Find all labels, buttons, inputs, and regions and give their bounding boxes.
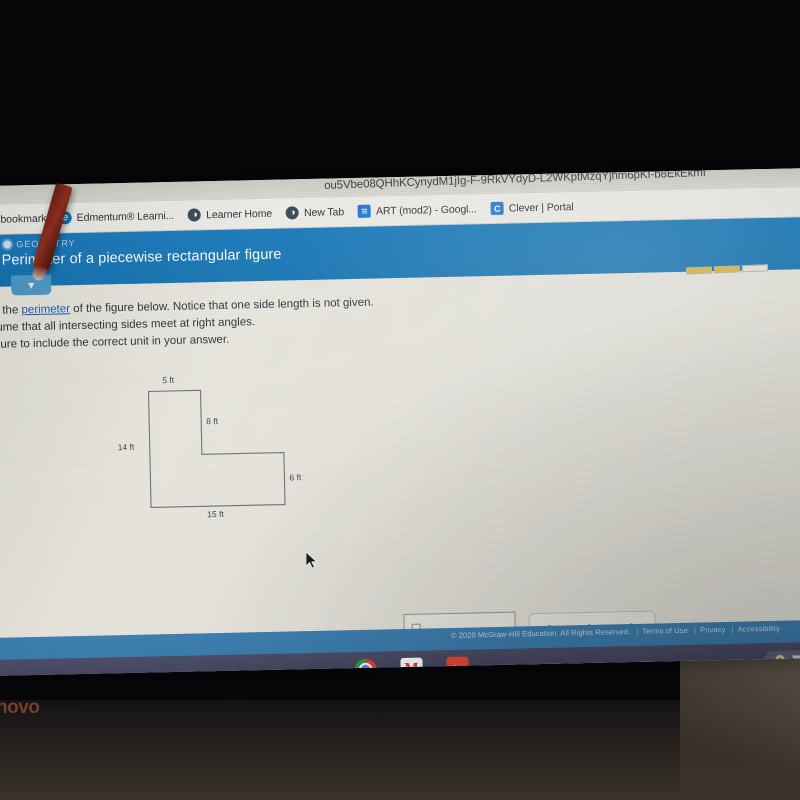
- footer-link-accessibility[interactable]: Accessibility: [738, 624, 780, 634]
- figure-svg: [147, 389, 286, 509]
- bookmark-label: Edmentum® Learni...: [76, 209, 175, 224]
- footer-separator: |: [731, 624, 734, 634]
- bookmark-clever-portal[interactable]: C Clever | Portal: [484, 196, 581, 220]
- geometry-figure: 5 ft 8 ft 14 ft 6 ft 15 ft: [118, 373, 343, 538]
- laptop-screen: ou5Vbe08QHhKCynydM1jIg-F-9RkVYdyD-L2WKpt…: [0, 167, 800, 676]
- copyright-text: © 2020 McGraw-Hill Education. All Rights…: [451, 624, 780, 640]
- dimension-label-left: 14 ft: [117, 441, 135, 453]
- mouse-cursor: [305, 551, 318, 575]
- bookmark-edmentum[interactable]: e Edmentum® Learni...: [51, 204, 181, 229]
- instruction-line2: Assume that all intersecting sides meet …: [0, 316, 256, 335]
- instruction-line3: Be sure to include the correct unit in y…: [0, 333, 230, 352]
- bookmark-art-mod2[interactable]: ≡ ART (mod2) - Googl...: [351, 198, 484, 223]
- dimension-label-bottom: 15 ft: [207, 508, 224, 520]
- chrome-icon[interactable]: [354, 658, 377, 676]
- bookmark-learner-home[interactable]: ◑ Learner Home: [181, 202, 279, 226]
- address-bar-url: ou5Vbe08QHhKCynydM1jIg-F-9RkVYdyD-L2WKpt…: [323, 167, 707, 192]
- bookmark-label: Learner Home: [206, 207, 273, 221]
- bookmark-label: ART (mod2) - Googl...: [375, 202, 477, 217]
- instruction-text: Find the perimeter of the figure below. …: [0, 293, 448, 354]
- gmail-icon[interactable]: M: [400, 657, 423, 676]
- lenovo-logo: novo: [0, 697, 40, 718]
- footer-separator: |: [636, 626, 639, 636]
- instruction-line1-post: of the figure below. Notice that one sid…: [69, 296, 374, 316]
- perimeter-link[interactable]: perimeter: [21, 303, 70, 316]
- footer-link-privacy[interactable]: Privacy: [700, 625, 725, 635]
- desk-surface-right: [680, 640, 800, 800]
- footer-separator: |: [693, 625, 697, 635]
- cursor-arrow-icon: [305, 551, 318, 569]
- copyright-label: © 2020 McGraw-Hill Education. All Rights…: [450, 627, 631, 640]
- category-dot-icon: [3, 240, 12, 249]
- bookmark-label: New Tab: [303, 205, 345, 219]
- instruction-line1-pre: Find the: [0, 304, 19, 317]
- globe-icon: ◑: [285, 206, 300, 220]
- bookmark-label: Clever | Portal: [508, 200, 574, 215]
- screenshot-stage: novo ou5Vbe08QHhKCynydM1jIg-F-9RkVYdyD-L…: [0, 0, 800, 800]
- dimension-label-top: 5 ft: [162, 374, 175, 386]
- footer-link-terms[interactable]: Terms of Use: [642, 626, 688, 636]
- youtube-icon[interactable]: ▶: [446, 656, 469, 676]
- exercise-content: Find the perimeter of the figure below. …: [0, 269, 800, 676]
- bookmark-new-tab[interactable]: ◑ New Tab: [279, 201, 351, 225]
- clever-icon: C: [490, 201, 504, 215]
- dimension-label-right: 6 ft: [289, 472, 302, 483]
- document-icon: ≡: [357, 204, 372, 218]
- globe-icon: ◑: [188, 208, 202, 222]
- dimension-label-inner-vertical: 8 ft: [206, 415, 219, 427]
- l-shape-outline: [147, 389, 286, 509]
